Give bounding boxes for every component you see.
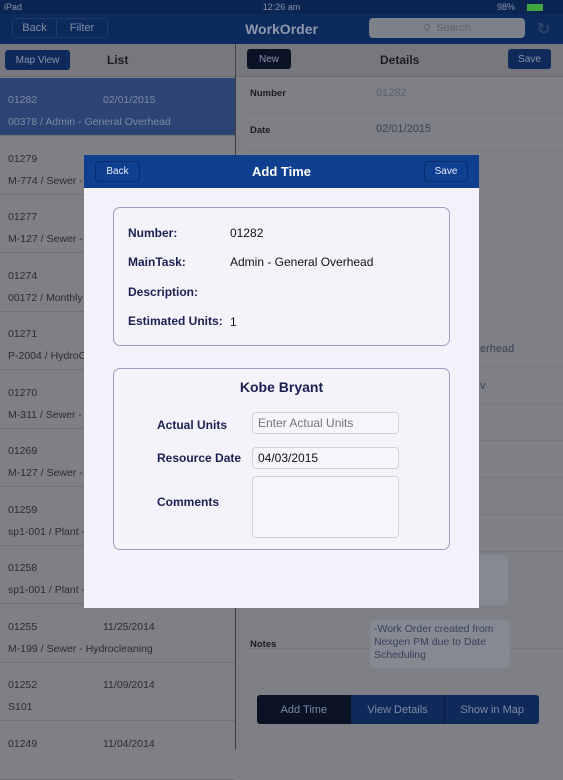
work-order-number: 01249 — [8, 737, 38, 750]
comments-label: Comments — [157, 495, 220, 509]
action-segmented-control: Add Time View Details Show in Map — [257, 695, 539, 724]
refresh-icon[interactable]: ↻ — [537, 19, 550, 39]
show-in-map-tab[interactable]: Show in Map — [445, 695, 539, 724]
list-item[interactable]: 01255 11/25/2014 M-199 / Sewer - Hydroclea… — [0, 605, 235, 663]
work-order-subtitle: M-311 / Sewer - — [8, 408, 82, 421]
description-label: Description: — [128, 285, 199, 299]
work-order-number: 01282 — [8, 94, 38, 106]
work-order-number: 01255 — [8, 620, 38, 633]
list-item[interactable]: 01249 11/04/2014 — [0, 722, 235, 780]
work-order-subtitle: 00378 / Admin - General Overhead — [8, 116, 171, 128]
date-label: Date — [250, 125, 271, 136]
work-order-date: 02/01/2015 — [103, 94, 156, 106]
work-order-subtitle: 00172 / Monthly — [8, 291, 83, 304]
date-value: 02/01/2015 — [376, 123, 432, 135]
work-order-subtitle: sp1-001 / Plant - — [8, 584, 86, 596]
battery-percent: 98% — [497, 2, 516, 12]
partial-value: erhead — [480, 343, 515, 355]
work-order-subtitle: M-774 / Sewer - — [8, 174, 83, 187]
resource-card: Kobe Bryant Actual Units Resource Date 0… — [113, 368, 450, 550]
notes-label: Notes — [250, 639, 277, 650]
actual-units-input[interactable] — [252, 412, 399, 434]
work-order-date: 11/04/2014 — [103, 737, 155, 750]
view-details-tab[interactable]: View Details — [350, 695, 446, 724]
work-order-date: 11/09/2014 — [103, 679, 155, 691]
add-time-tab[interactable]: Add Time — [257, 695, 351, 724]
nav-bar: Back Filter WorkOrder ⚲ Search ↻ — [0, 14, 563, 44]
battery-icon — [527, 4, 543, 11]
work-order-subtitle: S101 — [8, 701, 33, 713]
work-order-subtitle: M-127 / Sewer - — [8, 233, 83, 245]
work-order-number: 01271 — [8, 328, 38, 340]
work-order-date: 11/25/2014 — [103, 620, 155, 633]
maintask-value: Admin - General Overhead — [230, 255, 374, 269]
number-value: 01282 — [230, 226, 264, 240]
estimated-units-value: 1 — [230, 315, 237, 329]
maintask-label: MainTask: — [128, 255, 186, 269]
list-title: List — [107, 53, 129, 67]
work-order-summary-card: Number: 01282 MainTask: Admin - General … — [113, 207, 450, 346]
notes-value[interactable]: -Work Order created from Nexgen PM due t… — [370, 620, 510, 668]
map-view-button[interactable]: Map View — [5, 50, 70, 70]
work-order-subtitle: P-2004 / HydroC — [8, 350, 87, 362]
work-order-number: 01258 — [8, 562, 38, 574]
modal-header: Back Add Time Save — [84, 155, 479, 188]
new-button[interactable]: New — [247, 49, 291, 69]
list-item[interactable]: 01282 02/01/2015 00378 / Admin - General O… — [0, 78, 235, 136]
partial-value: v — [480, 380, 486, 392]
comments-textarea[interactable] — [252, 476, 399, 538]
work-order-number: 01279 — [8, 152, 38, 165]
work-order-number: 01269 — [8, 445, 38, 457]
work-order-subtitle: sp1-001 / Plant - — [8, 525, 86, 538]
resource-date-input[interactable]: 04/03/2015 — [252, 447, 399, 469]
search-icon: ⚲ — [423, 22, 432, 35]
work-order-subtitle: M-199 / Sewer - Hydrocleaning — [8, 642, 153, 655]
modal-save-button[interactable]: Save — [424, 161, 468, 182]
actual-units-label: Actual Units — [157, 418, 228, 432]
modal-title: Add Time — [252, 164, 311, 179]
work-order-subtitle: M-127 / Sewer - — [8, 467, 83, 479]
work-order-number: 01274 — [8, 269, 38, 282]
details-title: Details — [380, 53, 420, 67]
search-placeholder: Search — [436, 22, 471, 34]
search-input[interactable]: ⚲ Search — [369, 18, 525, 38]
estimated-units-label: Estimated Units: — [128, 314, 223, 328]
clock: 12:26 am — [262, 2, 301, 12]
work-order-number: 01252 — [8, 679, 38, 691]
number-label: Number — [250, 88, 286, 99]
work-order-number: 01277 — [8, 211, 38, 223]
details-header: New Details Save — [236, 44, 563, 77]
list-item[interactable]: 01252 11/09/2014 S101 — [0, 663, 235, 721]
add-time-modal: Back Add Time Save Number: 01282 MainTas… — [84, 155, 479, 608]
list-header: Map View List — [0, 44, 235, 77]
status-bar: iPad 12:26 am 98% — [0, 0, 563, 15]
resource-date-label: Resource Date — [157, 451, 242, 465]
work-order-number: 01259 — [8, 503, 38, 516]
save-button[interactable]: Save — [508, 49, 551, 69]
number-label: Number: — [128, 226, 178, 240]
work-order-number: 01270 — [8, 386, 38, 399]
number-value: 01282 — [376, 87, 407, 99]
resource-name: Kobe Bryant — [239, 379, 324, 395]
